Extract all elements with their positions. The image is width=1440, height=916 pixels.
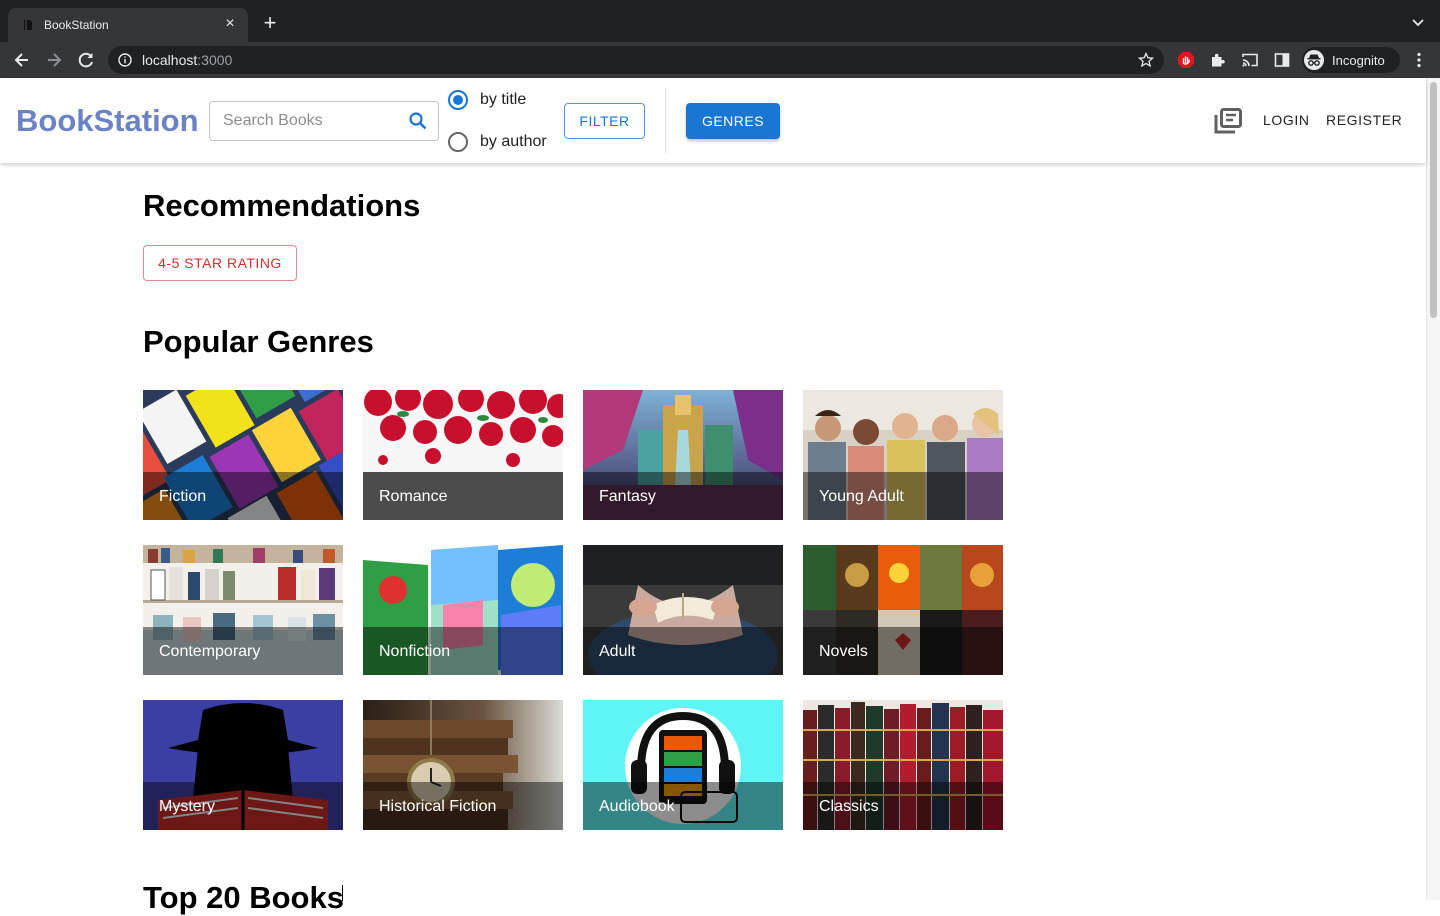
genre-card-fantasy[interactable]: Fantasy <box>583 390 783 520</box>
genre-card-fiction[interactable]: Fiction <box>143 390 343 520</box>
back-arrow-icon[interactable] <box>12 50 32 70</box>
brand-logo[interactable]: BookStation <box>16 103 199 139</box>
reload-icon[interactable] <box>76 50 96 70</box>
genre-label: Audiobook <box>599 798 675 815</box>
genre-card-adult[interactable]: Adult <box>583 545 783 675</box>
genre-label: Historical Fiction <box>379 798 497 815</box>
genre-card-audiobook[interactable]: Audiobook <box>583 700 783 830</box>
text-cursor <box>342 885 343 901</box>
genre-card-classics[interactable]: Classics <box>803 700 1003 830</box>
genre-label: Adult <box>599 643 636 660</box>
genre-card-young-adult[interactable]: Young Adult <box>803 390 1003 520</box>
library-books-icon[interactable] <box>1212 105 1244 137</box>
radio-by-author[interactable] <box>448 132 468 152</box>
recommendations-heading: Recommendations <box>143 188 421 223</box>
side-panel-icon[interactable] <box>1273 51 1291 69</box>
puzzle-extensions-icon[interactable] <box>1209 51 1227 69</box>
genre-card-novels[interactable]: Novels <box>803 545 1003 675</box>
radio-label-by-author: by author <box>480 133 547 150</box>
genre-card-historical-fiction[interactable]: Historical Fiction <box>363 700 563 830</box>
chevron-down-icon[interactable] <box>1410 14 1426 30</box>
close-tab-icon[interactable]: × <box>220 14 240 34</box>
genre-label: Novels <box>819 643 868 660</box>
search-box <box>209 101 439 141</box>
search-input[interactable] <box>211 103 401 139</box>
header-divider <box>665 88 666 153</box>
book-favicon-icon <box>24 20 32 30</box>
scrollbar-thumb[interactable] <box>1430 82 1437 318</box>
new-tab-button[interactable]: + <box>258 12 282 36</box>
url-host: localhost <box>142 52 198 68</box>
incognito-profile-button[interactable]: Incognito <box>1302 47 1400 73</box>
incognito-icon <box>1304 50 1324 70</box>
tab-title: BookStation <box>44 18 109 32</box>
forward-arrow-icon[interactable] <box>44 50 64 70</box>
browser-toolbar: localhost:3000 Incognito <box>0 42 1440 78</box>
address-bar[interactable]: localhost:3000 <box>108 46 1164 74</box>
genres-button[interactable]: GENRES <box>686 103 780 139</box>
top-books-heading: Top 20 Books <box>143 880 344 915</box>
search-by-title-option[interactable]: by title <box>448 88 526 112</box>
genre-card-nonfiction[interactable]: Nonfiction <box>363 545 563 675</box>
genre-label: Young Adult <box>819 488 904 505</box>
register-link[interactable]: REGISTER <box>1326 112 1402 128</box>
genre-card-contemporary[interactable]: Contemporary <box>143 545 343 675</box>
search-by-author-option[interactable]: by author <box>448 130 547 154</box>
incognito-label: Incognito <box>1332 53 1385 68</box>
search-icon[interactable] <box>408 111 428 131</box>
genre-label: Fantasy <box>599 488 656 505</box>
app-header: BookStation by title by author FILTER GE… <box>0 78 1426 163</box>
adblock-extension-icon[interactable] <box>1177 51 1195 69</box>
browser-tab[interactable]: BookStation × <box>8 8 248 42</box>
genre-label: Mystery <box>159 798 215 815</box>
genre-card-mystery[interactable]: Mystery <box>143 700 343 830</box>
star-rating-filter-button[interactable]: 4-5 STAR RATING <box>143 245 297 281</box>
genre-grid: Fiction Romance Fantasy Young Adult Cont… <box>143 390 1003 830</box>
bookmark-star-icon[interactable] <box>1138 52 1154 68</box>
radio-label-by-title: by title <box>480 91 527 108</box>
browser-menu-icon[interactable] <box>1410 51 1428 69</box>
radio-by-title[interactable] <box>448 90 468 110</box>
genre-label: Nonfiction <box>379 643 451 660</box>
browser-tab-strip: BookStation × + <box>0 0 1440 42</box>
cast-icon[interactable] <box>1241 51 1259 69</box>
genre-card-romance[interactable]: Romance <box>363 390 563 520</box>
url-port: :3000 <box>197 52 233 68</box>
genre-label: Contemporary <box>159 643 261 660</box>
page-scrollbar[interactable] <box>1426 78 1440 900</box>
genre-label: Romance <box>379 488 448 505</box>
url-text: localhost:3000 <box>142 52 232 68</box>
filter-button[interactable]: FILTER <box>564 103 645 139</box>
site-info-icon[interactable] <box>118 53 132 67</box>
genre-label: Fiction <box>159 488 207 505</box>
login-link[interactable]: LOGIN <box>1263 112 1310 128</box>
genre-label: Classics <box>819 798 879 815</box>
popular-genres-heading: Popular Genres <box>143 324 374 359</box>
